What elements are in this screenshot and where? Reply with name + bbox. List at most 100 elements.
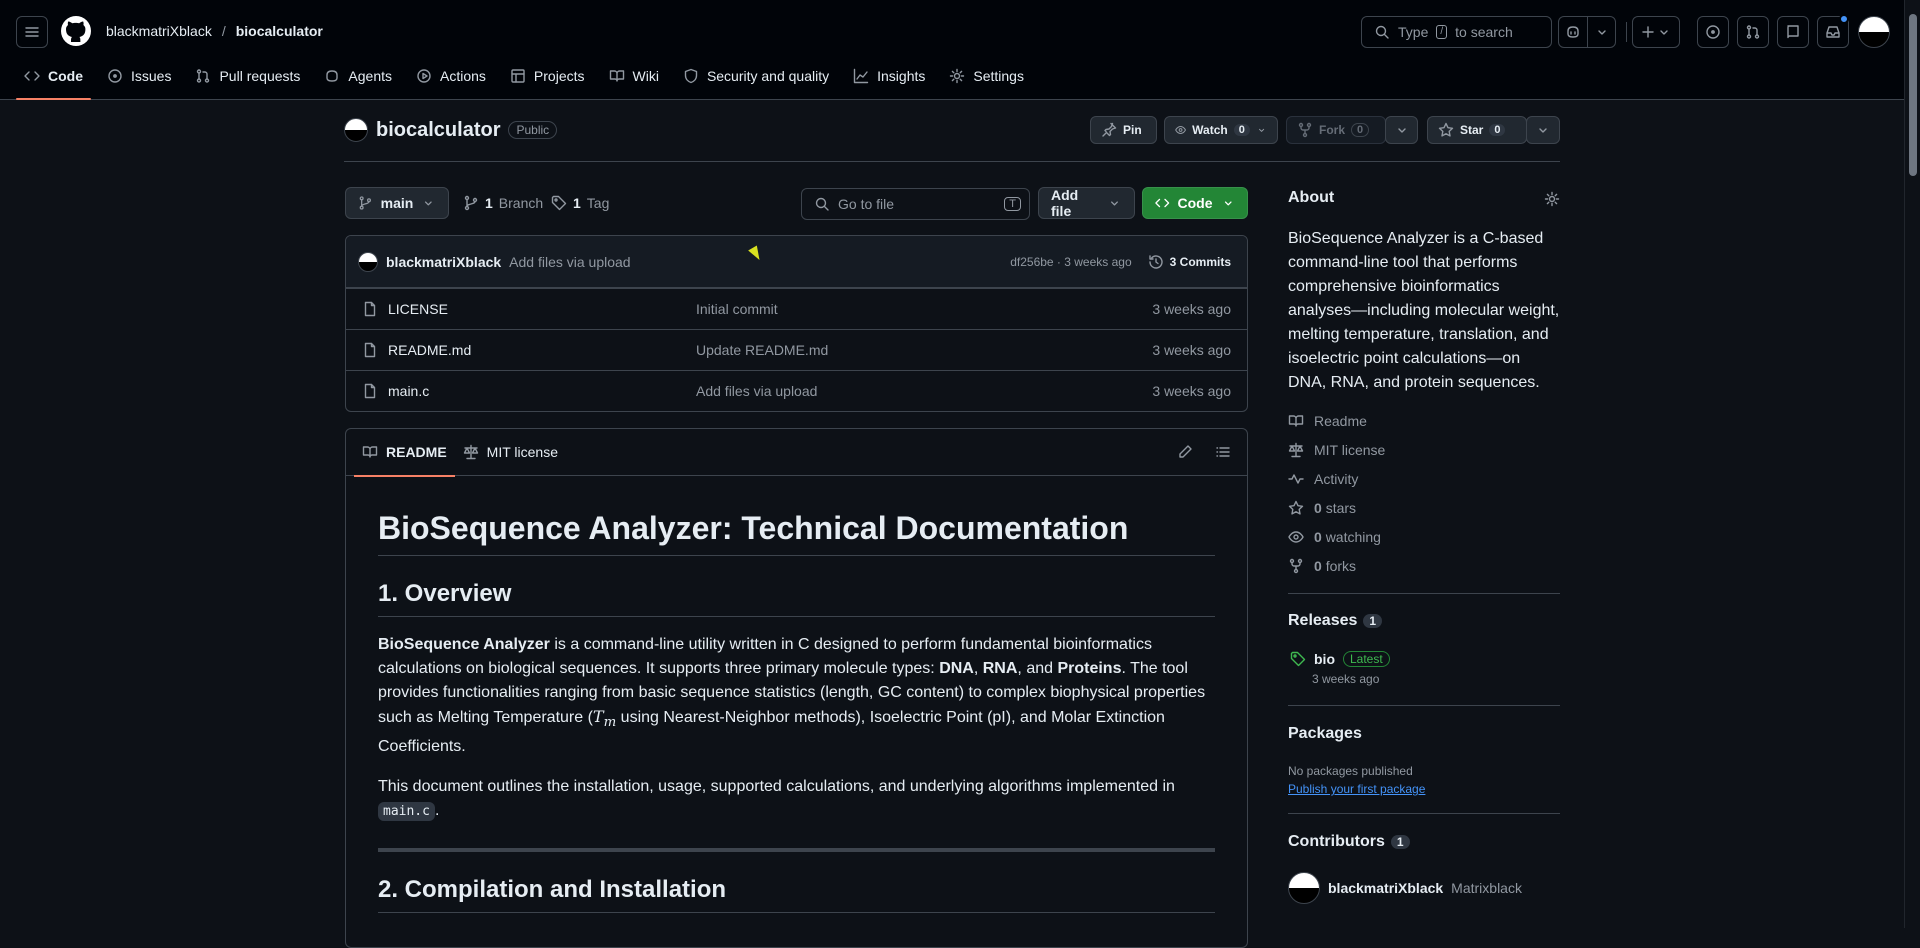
sidebar-divider <box>1288 813 1560 814</box>
your-issues-button[interactable] <box>1697 16 1729 48</box>
math-tm: Tm <box>593 707 616 730</box>
file-commit-message[interactable]: Update README.md <box>696 342 1152 358</box>
user-avatar[interactable] <box>1858 16 1890 48</box>
github-logo-icon[interactable] <box>60 15 92 47</box>
file-commit-message[interactable]: Add files via upload <box>696 383 1152 399</box>
your-repositories-button[interactable] <box>1777 16 1809 48</box>
releases-heading[interactable]: Releases 1 <box>1288 612 1383 630</box>
tab-wiki[interactable]: Wiki <box>601 60 667 92</box>
watching-count: 0 <box>1314 529 1322 545</box>
releases-count: 1 <box>1363 614 1383 628</box>
pin-button[interactable]: Pin <box>1090 116 1157 144</box>
global-header: blackmatriXblack / biocalculator Type / … <box>0 0 1904 100</box>
triangle-down-icon <box>1539 128 1547 133</box>
file-commit-message[interactable]: Initial commit <box>696 301 1152 317</box>
chevron-down-icon <box>1597 30 1606 35</box>
branches-link[interactable]: 1 Branch <box>463 195 543 211</box>
release-link[interactable]: bio Latest <box>1290 651 1390 667</box>
commit-message[interactable]: Add files via upload <box>509 254 630 270</box>
pull-request-icon <box>1746 25 1760 39</box>
go-to-file-input[interactable]: Go to file T <box>801 188 1030 220</box>
your-pull-requests-button[interactable] <box>1737 16 1769 48</box>
activity-link[interactable]: Activity <box>1288 471 1358 487</box>
history-icon <box>1148 254 1163 269</box>
star-button[interactable]: Star 0 <box>1427 116 1527 144</box>
fork-button[interactable]: Fork 0 <box>1286 116 1386 144</box>
file-row[interactable]: LICENSE Initial commit 3 weeks ago <box>346 288 1247 329</box>
breadcrumb-owner[interactable]: blackmatriXblack <box>106 23 212 39</box>
breadcrumb-repo[interactable]: biocalculator <box>236 23 323 39</box>
search-input[interactable]: Type / to search <box>1361 16 1552 48</box>
tag-count-label: Tag <box>586 195 610 211</box>
menu-button[interactable] <box>16 16 48 48</box>
code-button-label: Code <box>1177 195 1213 211</box>
readme-content: BioSequence Analyzer: Technical Document… <box>346 510 1247 914</box>
file-name-cell: README.md <box>362 342 696 358</box>
publish-package-link[interactable]: Publish your first package <box>1288 782 1425 796</box>
tab-code[interactable]: Code <box>16 60 91 100</box>
star-count: 0 <box>1489 124 1506 136</box>
fork-dropdown-button[interactable] <box>1385 116 1418 144</box>
tab-settings[interactable]: Settings <box>941 60 1032 92</box>
release-age: 3 weeks ago <box>1312 672 1380 686</box>
readme-title: BioSequence Analyzer: Technical Document… <box>378 510 1215 556</box>
outline-list-icon[interactable] <box>1215 444 1231 460</box>
file-name[interactable]: README.md <box>388 342 471 358</box>
branch-selector[interactable]: main <box>345 187 449 219</box>
file-row[interactable]: main.c Add files via upload 3 weeks ago <box>346 370 1247 411</box>
tab-insights[interactable]: Insights <box>845 60 933 92</box>
add-file-button[interactable]: Add file <box>1038 187 1135 219</box>
watching-link[interactable]: 0 watching <box>1288 529 1381 545</box>
no-packages-text: No packages published <box>1288 764 1413 778</box>
tab-readme[interactable]: README <box>354 429 455 477</box>
tab-actions[interactable]: Actions <box>408 60 494 92</box>
tab-wiki-label: Wiki <box>632 68 659 84</box>
activity-link-label: Activity <box>1314 471 1359 487</box>
watch-button[interactable]: Watch 0 <box>1164 116 1278 144</box>
copilot-button[interactable] <box>1558 16 1616 48</box>
tab-projects[interactable]: Projects <box>502 60 593 92</box>
pulse-icon <box>1288 474 1304 484</box>
forks-link[interactable]: 0 forks <box>1288 558 1356 574</box>
contributors-heading[interactable]: Contributors 1 <box>1288 833 1410 851</box>
repo-owner-avatar[interactable] <box>344 118 368 142</box>
forks-count: 0 <box>1314 558 1322 574</box>
repo-name-link[interactable]: biocalculator <box>376 119 500 142</box>
sidebar-divider <box>1288 593 1560 594</box>
tab-agents[interactable]: Agents <box>316 60 400 92</box>
commit-author[interactable]: blackmatriXblack <box>386 254 501 270</box>
pencil-icon[interactable] <box>1177 444 1193 460</box>
contributor-item[interactable]: blackmatriXblack Matrixblack <box>1288 872 1522 904</box>
file-name[interactable]: main.c <box>388 383 429 399</box>
contributor-avatar <box>1288 872 1320 904</box>
tab-pull-requests[interactable]: Pull requests <box>187 60 308 92</box>
tab-issues[interactable]: Issues <box>99 60 179 92</box>
license-link[interactable]: MIT license <box>1288 442 1385 458</box>
search-icon <box>1375 25 1389 39</box>
star-dropdown-button[interactable] <box>1526 116 1560 144</box>
tab-license[interactable]: MIT license <box>455 429 566 476</box>
tab-security[interactable]: Security and quality <box>675 60 837 92</box>
eye-icon <box>1288 531 1304 543</box>
bold-text: DNA <box>939 660 974 677</box>
file-name[interactable]: LICENSE <box>388 301 448 317</box>
visibility-badge: Public <box>508 121 558 139</box>
scrollbar-thumb[interactable] <box>1909 14 1917 176</box>
code-button[interactable]: Code <box>1142 187 1248 219</box>
license-link-label: MIT license <box>1314 442 1386 458</box>
stars-link[interactable]: 0 stars <box>1288 500 1356 516</box>
readme-link-label: Readme <box>1314 413 1367 429</box>
readme-link[interactable]: Readme <box>1288 413 1367 429</box>
page-scrollbar[interactable] <box>1904 0 1920 928</box>
file-row[interactable]: README.md Update README.md 3 weeks ago <box>346 329 1247 370</box>
tags-link[interactable]: 1 Tag <box>551 195 609 211</box>
plus-icon <box>1642 26 1654 38</box>
commits-history-link[interactable]: 3 Commits <box>1148 254 1231 270</box>
readme-heading-install: 2. Compilation and Installation <box>378 876 1215 914</box>
create-new-button[interactable] <box>1632 16 1680 48</box>
commit-hash-age[interactable]: df256be · 3 weeks ago <box>1010 255 1131 269</box>
commit-author-avatar[interactable] <box>358 251 378 272</box>
packages-heading[interactable]: Packages <box>1288 725 1362 743</box>
readme-actions <box>1177 444 1239 460</box>
gear-icon[interactable] <box>1544 191 1560 207</box>
